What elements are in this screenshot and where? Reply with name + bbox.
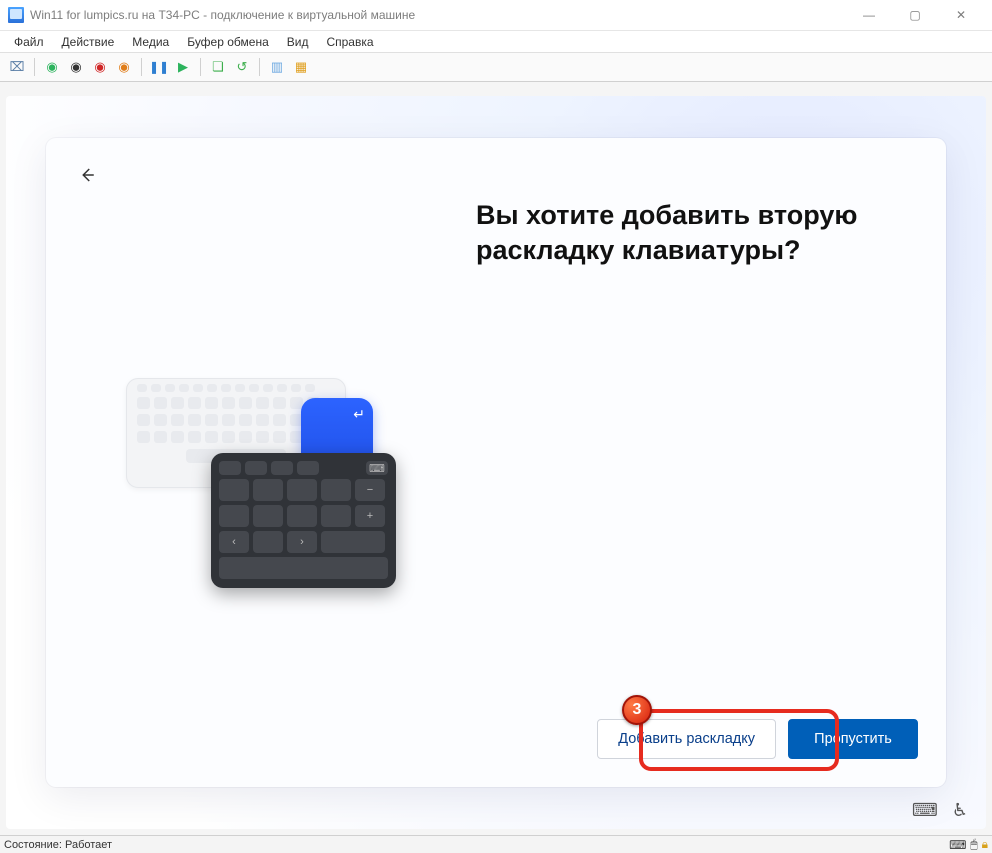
turn-off-icon[interactable]: ◉ <box>67 58 85 76</box>
annotation-step-badge: 3 <box>622 695 652 725</box>
accessibility-icon[interactable]: ♿︎ <box>952 800 968 821</box>
vm-app-icon <box>8 7 24 23</box>
menu-media[interactable]: Медиа <box>124 33 177 51</box>
reset-icon[interactable]: ▶ <box>174 58 192 76</box>
add-layout-button[interactable]: Добавить раскладку <box>597 719 776 759</box>
vm-display: Вы хотите добавить вторую раскладку клав… <box>0 82 992 835</box>
toolbar: ⌧ ◉ ◉ ◉ ◉ ❚❚ ▶ ❏ ↺ ▥ ▦ <box>0 52 992 82</box>
shutdown-icon[interactable]: ◉ <box>91 58 109 76</box>
skip-button[interactable]: Пропустить <box>788 719 918 759</box>
titlebar: Win11 for lumpics.ru на T34-PC - подключ… <box>0 0 992 30</box>
back-button[interactable] <box>74 162 100 188</box>
status-lock-icon: 🔒︎ <box>982 837 988 852</box>
pause-icon[interactable]: ❚❚ <box>150 58 168 76</box>
checkpoint-icon[interactable]: ❏ <box>209 58 227 76</box>
close-button[interactable]: ✕ <box>938 1 984 29</box>
menu-help[interactable]: Справка <box>318 33 381 51</box>
dark-numpad-icon: ⌨ − + ‹› <box>211 453 396 588</box>
maximize-button[interactable]: ▢ <box>892 1 938 29</box>
menu-clipboard[interactable]: Буфер обмена <box>179 33 277 51</box>
keyboard-illustration: ↵ ⌨ − + ‹› <box>126 378 406 588</box>
oobe-actions: Добавить раскладку Пропустить <box>597 719 918 759</box>
oobe-accessibility-tray: ⌨ ♿︎ <box>912 800 968 821</box>
oobe-heading: Вы хотите добавить вторую раскладку клав… <box>476 198 886 268</box>
status-mouse-icon: 🖱︎ <box>970 837 977 852</box>
revert-icon[interactable]: ↺ <box>233 58 251 76</box>
menu-file[interactable]: Файл <box>6 33 52 51</box>
arrow-left-icon <box>78 166 96 184</box>
save-icon[interactable]: ◉ <box>115 58 133 76</box>
input-indicator-icon[interactable]: ⌨ <box>912 800 938 821</box>
minimize-button[interactable]: — <box>846 1 892 29</box>
oobe-background: Вы хотите добавить вторую раскладку клав… <box>6 96 986 829</box>
statusbar: Состояние: Работает ⌨ 🖱︎ 🔒︎ <box>0 835 992 853</box>
start-icon[interactable]: ◉ <box>43 58 61 76</box>
ctrl-alt-del-icon[interactable]: ⌧ <box>8 58 26 76</box>
oobe-dialog: Вы хотите добавить вторую раскладку клав… <box>46 138 946 787</box>
status-keyboard-icon: ⌨ <box>949 838 966 852</box>
window-controls: — ▢ ✕ <box>846 1 984 29</box>
status-text: Состояние: Работает <box>4 839 112 851</box>
share-icon[interactable]: ▦ <box>292 58 310 76</box>
menu-action[interactable]: Действие <box>54 33 123 51</box>
menu-view[interactable]: Вид <box>279 33 317 51</box>
enhanced-session-icon[interactable]: ▥ <box>268 58 286 76</box>
window-title: Win11 for lumpics.ru на T34-PC - подключ… <box>30 8 415 22</box>
menubar: Файл Действие Медиа Буфер обмена Вид Спр… <box>0 30 992 52</box>
